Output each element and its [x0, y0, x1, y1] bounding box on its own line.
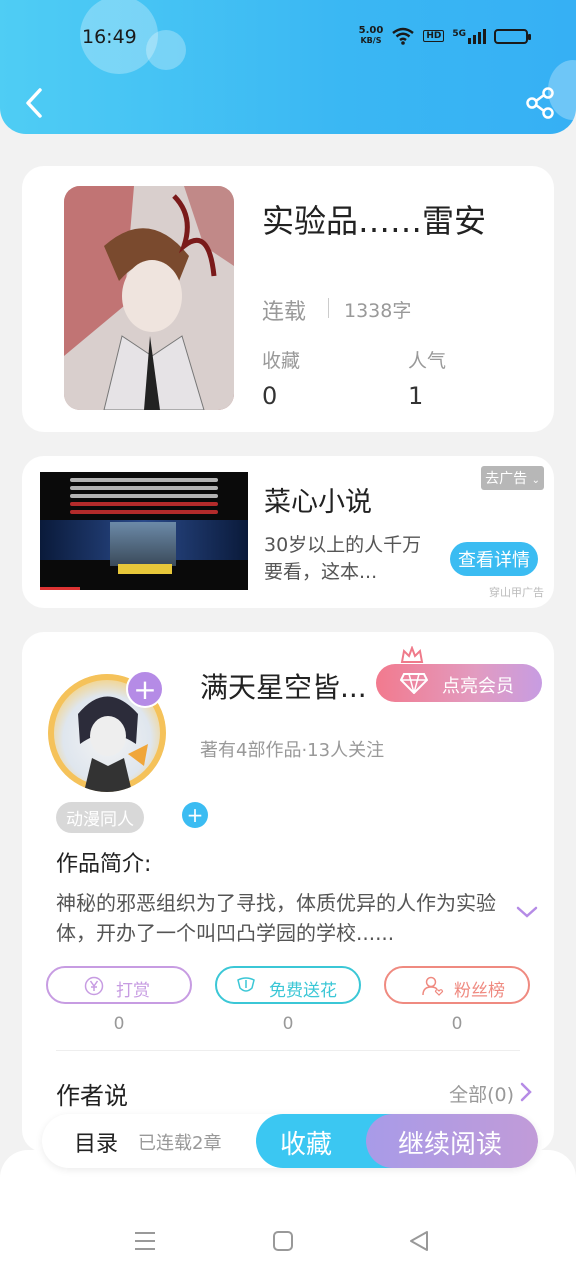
- hd-icon: HD: [423, 30, 445, 42]
- speed-unit: KB/S: [360, 36, 382, 45]
- book-cover[interactable]: [64, 186, 234, 410]
- ad-source: 穿山甲广告: [489, 586, 544, 599]
- send-flower-label: 免费送花: [269, 981, 337, 1001]
- ad-image-text-line: [70, 510, 218, 514]
- ad-image-text-line: [70, 494, 218, 498]
- intro-text: 神秘的邪恶组织为了寻找，体质优异的人作为实验体，开办了一个叫凹凸学园的学校...…: [56, 891, 496, 945]
- flower-icon: [237, 977, 255, 992]
- speed-value: 5.00: [358, 25, 384, 36]
- serial-status: 已连载2章: [138, 1133, 222, 1154]
- bottom-action-bar: 目录 已连载2章 收藏 继续阅读: [42, 1114, 538, 1168]
- tip-count: 0: [113, 1014, 125, 1034]
- network-type: 5G: [452, 28, 466, 39]
- ad-image[interactable]: [40, 472, 248, 590]
- remove-ad-button[interactable]: 去广告 ⌄: [481, 466, 544, 490]
- stat-label-favorites: 收藏: [262, 350, 301, 372]
- tip-label: 打赏: [116, 981, 150, 1001]
- ad-card[interactable]: 菜心小说 30岁以上的人千万要看，这本... 去广告 ⌄ 查看详情 穿山甲广告: [22, 456, 554, 608]
- book-title: 实验品……雷安: [262, 202, 487, 240]
- follow-plus-button[interactable]: +: [126, 670, 164, 708]
- wifi-icon: [392, 27, 415, 45]
- author-card: + 满天星空皆... 点亮会员 著有4部作品·13人关注 动漫同人 + 作品简介…: [22, 632, 554, 1152]
- status-time: 16:49: [82, 26, 137, 48]
- stat-value-favorites: 0: [262, 382, 278, 410]
- word-count: 1338字: [344, 300, 412, 322]
- book-status: 连载: [262, 300, 307, 325]
- cover-illustration: [64, 186, 234, 410]
- ad-image-scene: [110, 522, 176, 566]
- ad-title: 菜心小说: [264, 487, 372, 518]
- add-tag-button[interactable]: +: [182, 802, 208, 828]
- remove-ad-label: 去广告: [485, 471, 528, 487]
- back-button[interactable]: [20, 86, 50, 120]
- author-says-all[interactable]: 全部(0): [449, 1080, 514, 1107]
- ad-detail-button[interactable]: 查看详情: [450, 542, 538, 576]
- fan-user-icon: [422, 976, 444, 996]
- menu-icon[interactable]: [134, 1230, 156, 1252]
- continue-reading-button[interactable]: 继续阅读: [366, 1114, 538, 1168]
- stat-label-popularity: 人气: [408, 350, 447, 372]
- flower-count: 0: [282, 1014, 294, 1034]
- ad-image-text-line: [70, 478, 218, 482]
- yen-coin-icon: [84, 976, 104, 996]
- collect-label: 收藏: [280, 1130, 333, 1160]
- fan-rank-button[interactable]: 粉丝榜: [384, 966, 530, 1004]
- chevron-left-icon: [26, 88, 42, 118]
- stat-value-popularity: 1: [408, 382, 424, 410]
- author-says-title: 作者说: [56, 1082, 128, 1110]
- ad-image-text-line: [70, 502, 218, 506]
- vip-button[interactable]: 点亮会员: [376, 664, 542, 702]
- author-meta: 著有4部作品·13人关注: [200, 740, 385, 761]
- chevron-right-icon[interactable]: [520, 1082, 532, 1102]
- crown-icon: [400, 646, 424, 663]
- vip-button-label: 点亮会员: [442, 676, 514, 697]
- share-button[interactable]: [524, 86, 556, 120]
- chevron-down-icon[interactable]: [516, 904, 538, 920]
- ad-description: 30岁以上的人千万要看，这本...: [264, 534, 422, 583]
- home-square-icon[interactable]: [272, 1230, 294, 1252]
- author-name[interactable]: 满天星空皆...: [200, 666, 367, 706]
- decor-bubble-small: [146, 30, 186, 70]
- ad-image-text-line: [70, 486, 218, 490]
- status-icons: 5.00 KB/S HD 5G: [359, 26, 531, 46]
- diamond-icon: [400, 673, 428, 694]
- chevron-down-icon: ⌄: [531, 475, 540, 486]
- ad-progress: [40, 587, 80, 590]
- back-triangle-icon[interactable]: [408, 1230, 430, 1252]
- continue-reading-label: 继续阅读: [398, 1130, 503, 1160]
- fan-rank-label: 粉丝榜: [454, 981, 505, 1001]
- divider: [328, 298, 329, 318]
- toc-button[interactable]: 目录: [74, 1126, 118, 1158]
- signal-icon: 5G: [452, 28, 486, 44]
- ad-image-caption: [118, 564, 172, 574]
- fan-count: 0: [451, 1014, 463, 1034]
- intro-title: 作品简介:: [56, 852, 152, 877]
- top-header: 16:49 5.00 KB/S HD 5G: [0, 0, 576, 134]
- system-nav-bar: [0, 1150, 576, 1280]
- share-icon: [526, 87, 554, 119]
- book-info-card: 实验品……雷安 连载 1338字 收藏 0 人气 1: [22, 166, 554, 432]
- network-speed: 5.00 KB/S: [359, 26, 384, 46]
- tip-button[interactable]: 打赏: [46, 966, 192, 1004]
- divider: [56, 1050, 520, 1051]
- category-tag[interactable]: 动漫同人: [56, 802, 144, 833]
- send-flower-button[interactable]: 免费送花: [215, 966, 361, 1004]
- battery-icon: [494, 28, 531, 44]
